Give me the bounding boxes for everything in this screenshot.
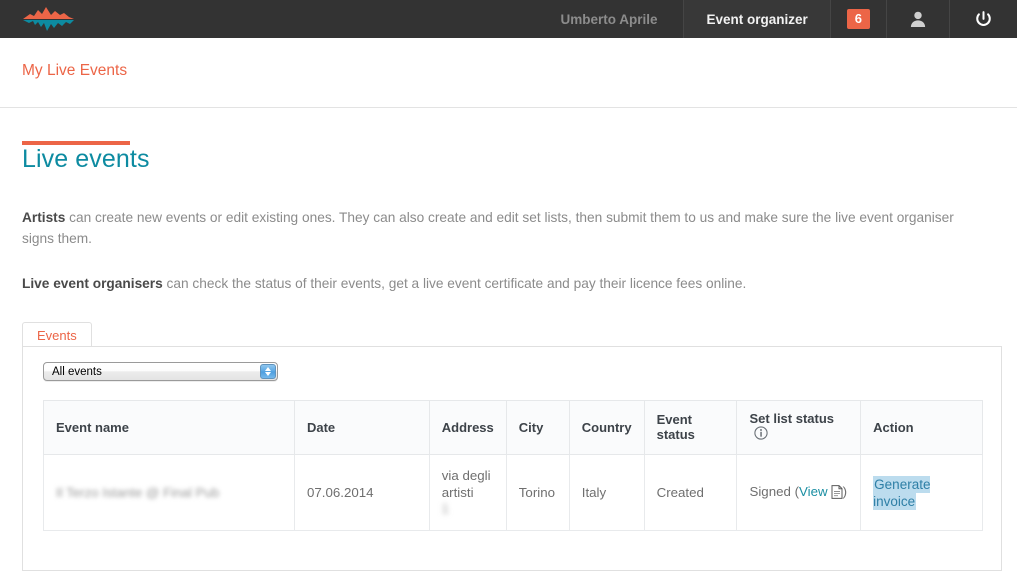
chevron-up-icon bbox=[265, 367, 271, 371]
events-panel-area: Events All events Event name Date Addres… bbox=[22, 322, 1002, 571]
artists-text: can create new events or edit existing o… bbox=[22, 210, 954, 246]
address-line-1: via degli bbox=[441, 468, 491, 483]
col-header-address[interactable]: Address bbox=[428, 400, 507, 455]
document-icon[interactable] bbox=[831, 484, 843, 503]
chevron-down-icon bbox=[265, 372, 271, 376]
event-filter-select[interactable]: All events bbox=[43, 362, 278, 381]
power-icon bbox=[976, 10, 991, 26]
event-name-value: Il Terzo Istante @ Final Pub bbox=[56, 485, 220, 500]
nav-tab-my-live-events[interactable]: My Live Events bbox=[22, 62, 127, 100]
app-page: Umberto Aprile Event organizer 6 My Live… bbox=[0, 0, 1017, 584]
organisers-label: Live event organisers bbox=[22, 276, 163, 291]
page-title: Live events bbox=[22, 145, 150, 173]
col-header-date[interactable]: Date bbox=[293, 400, 430, 455]
notification-badge-cell[interactable]: 6 bbox=[831, 0, 887, 38]
paren-close: ) bbox=[842, 483, 848, 499]
topbar-role-label[interactable]: Event organizer bbox=[683, 0, 831, 38]
set-list-status-text: Set list status bbox=[749, 411, 835, 426]
intro-paragraph-artists: Artists can create new events or edit ex… bbox=[0, 174, 985, 249]
artists-label: Artists bbox=[22, 210, 66, 225]
cell-date: 07.06.2014 bbox=[293, 454, 430, 531]
mountain-reflection-logo-icon bbox=[23, 7, 74, 31]
top-bar: Umberto Aprile Event organizer 6 bbox=[0, 0, 1017, 38]
cell-event-name: Il Terzo Istante @ Final Pub bbox=[43, 454, 295, 531]
cell-address: via degli artisti 1 bbox=[428, 454, 507, 531]
nav-bar: My Live Events bbox=[0, 38, 1017, 145]
panel-tab-strip: Events bbox=[22, 322, 1002, 349]
table-header-row: Event name Date Address City Country Eve… bbox=[43, 400, 983, 455]
cell-country: Italy bbox=[568, 454, 645, 531]
col-header-city[interactable]: City bbox=[505, 400, 570, 455]
col-header-event-name[interactable]: Event name bbox=[43, 400, 295, 455]
address-line-2: artisti bbox=[441, 485, 474, 500]
cell-event-status: Created bbox=[643, 454, 738, 531]
account-button[interactable] bbox=[887, 0, 950, 38]
table-row[interactable]: Il Terzo Istante @ Final Pub 07.06.2014 … bbox=[43, 454, 983, 531]
info-icon[interactable] bbox=[754, 426, 769, 443]
intro-paragraph-organisers: Live event organisers can check the stat… bbox=[0, 249, 985, 294]
event-filter-selected-value: All events bbox=[52, 366, 102, 378]
col-header-action[interactable]: Action bbox=[860, 400, 983, 455]
set-list-status-value: Signed bbox=[749, 483, 791, 499]
notification-count-badge: 6 bbox=[846, 9, 870, 29]
cell-set-list-status: Signed (View) bbox=[736, 454, 862, 531]
events-table-body: Il Terzo Istante @ Final Pub 07.06.2014 … bbox=[43, 454, 983, 531]
events-panel: All events Event name Date Address City … bbox=[22, 346, 1002, 571]
col-header-set-list-status[interactable]: Set list status bbox=[736, 400, 862, 455]
user-icon bbox=[910, 11, 926, 27]
col-header-country[interactable]: Country bbox=[568, 400, 645, 455]
stepper-arrows-icon[interactable] bbox=[260, 364, 276, 379]
logout-button[interactable] bbox=[950, 0, 1017, 38]
logo[interactable] bbox=[0, 0, 120, 38]
organisers-text: can check the status of their events, ge… bbox=[162, 276, 747, 291]
cell-city: Torino bbox=[505, 454, 570, 531]
view-set-list-link[interactable]: View bbox=[799, 484, 828, 499]
filter-row: All events bbox=[23, 347, 1001, 386]
cell-action: Generate invoice bbox=[860, 454, 983, 531]
events-table-head: Event name Date Address City Country Eve… bbox=[43, 400, 983, 455]
tab-events[interactable]: Events bbox=[22, 322, 92, 349]
topbar-user-name: Umberto Aprile bbox=[560, 11, 658, 27]
main-content: Live events Artists can create new event… bbox=[0, 108, 1017, 294]
address-line-3: 1 bbox=[441, 502, 449, 516]
col-header-event-status[interactable]: Event status bbox=[643, 400, 738, 455]
events-table: Event name Date Address City Country Eve… bbox=[43, 400, 983, 531]
generate-invoice-link[interactable]: Generate invoice bbox=[873, 475, 931, 510]
